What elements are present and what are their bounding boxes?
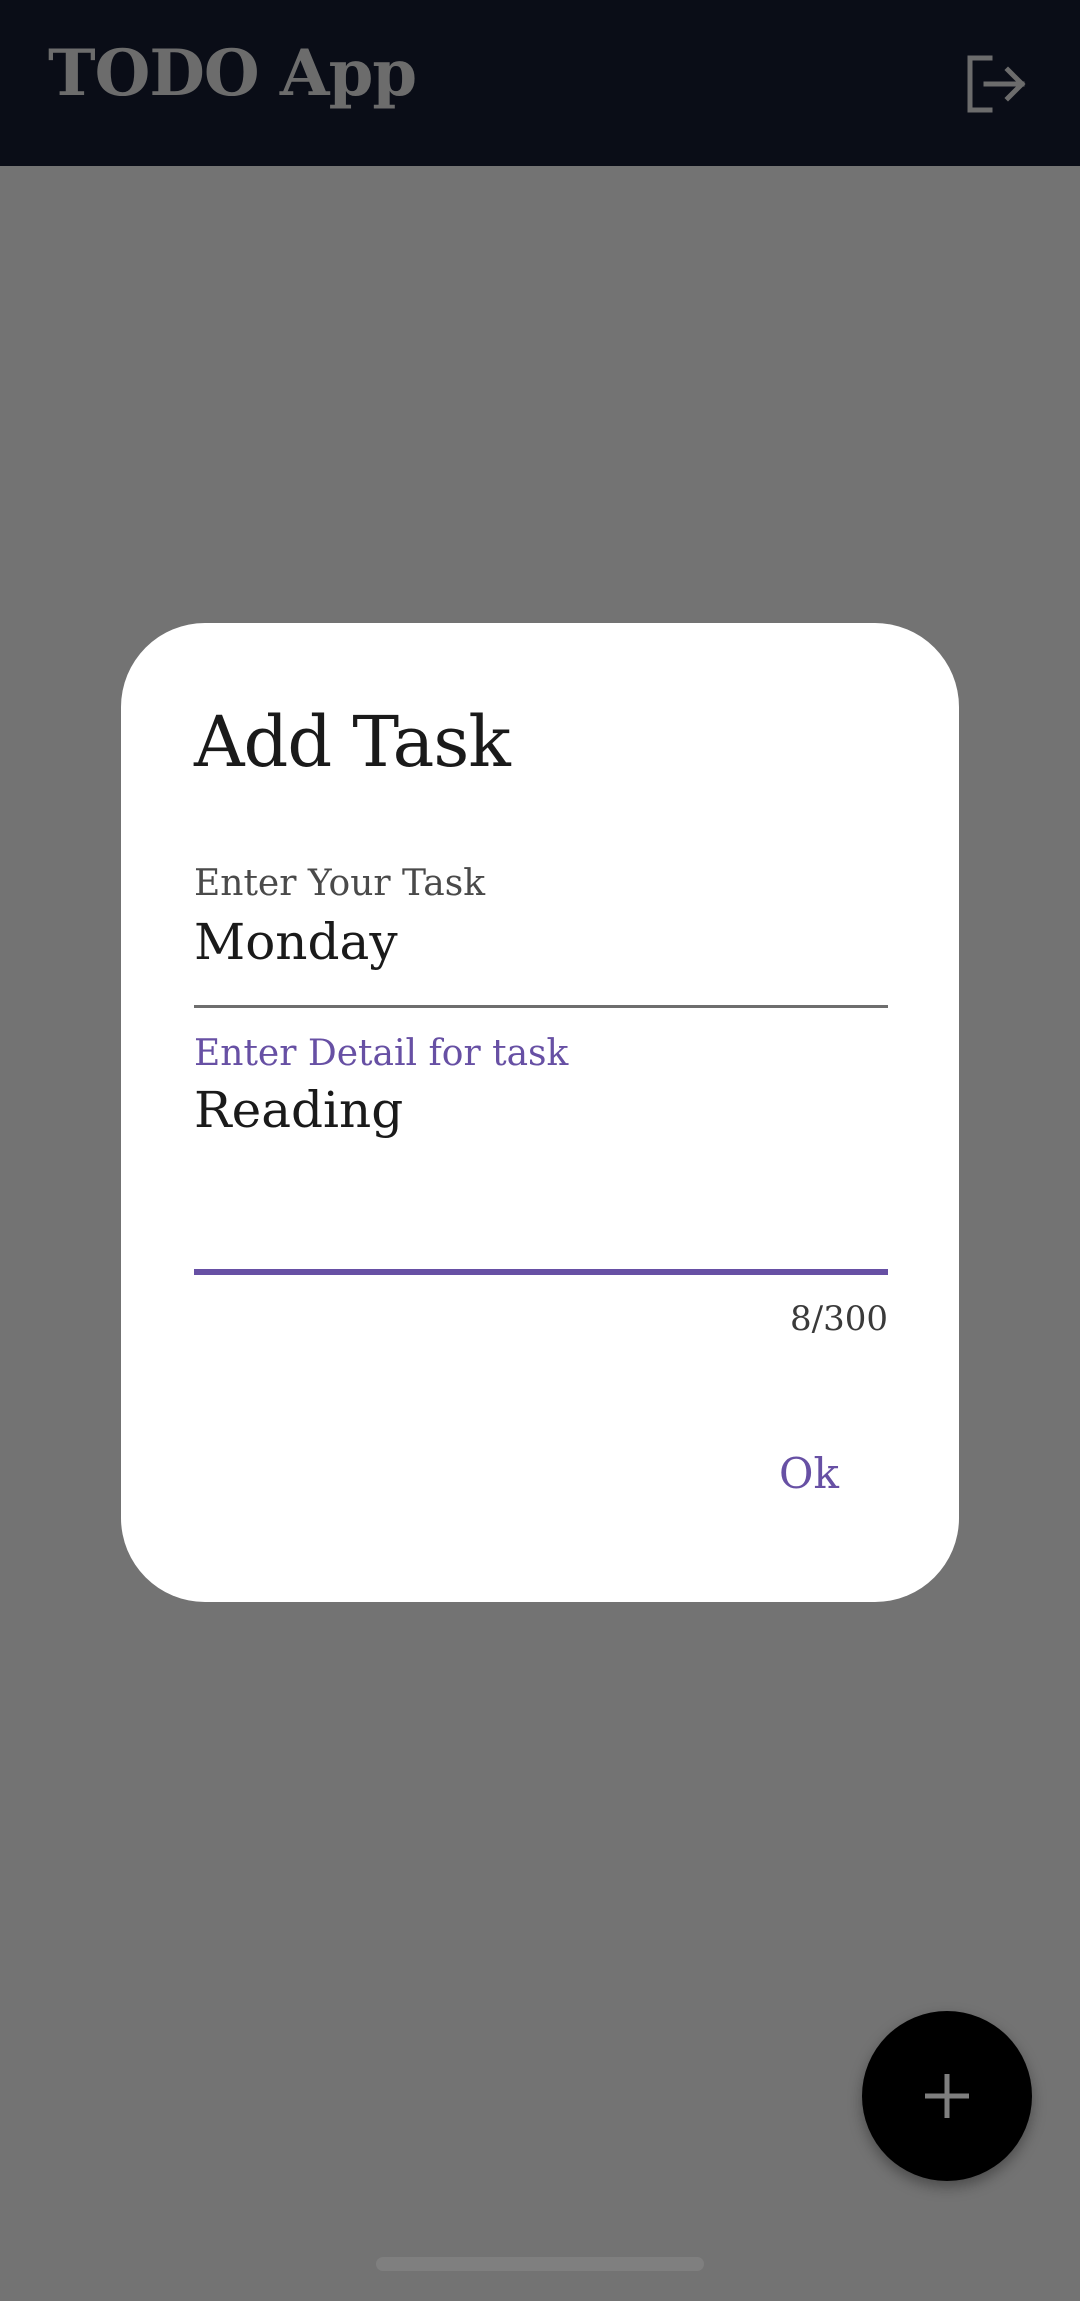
character-counter: 8/300 <box>790 1299 888 1339</box>
detail-field-label: Enter Detail for task <box>194 1033 569 1074</box>
detail-field-underline <box>194 1269 888 1275</box>
ok-button[interactable]: Ok <box>739 1423 879 1523</box>
task-input[interactable]: Monday <box>194 913 398 971</box>
dialog-title: Add Task <box>194 701 511 783</box>
task-field[interactable]: Enter Your Task Monday <box>194 863 888 1033</box>
detail-input[interactable]: Reading <box>194 1081 403 1139</box>
add-task-dialog: Add Task Enter Your Task Monday Enter De… <box>121 623 959 1602</box>
task-field-underline <box>194 1005 888 1008</box>
task-field-label: Enter Your Task <box>194 863 486 904</box>
detail-field[interactable]: Enter Detail for task Reading 8/300 <box>194 1031 888 1339</box>
